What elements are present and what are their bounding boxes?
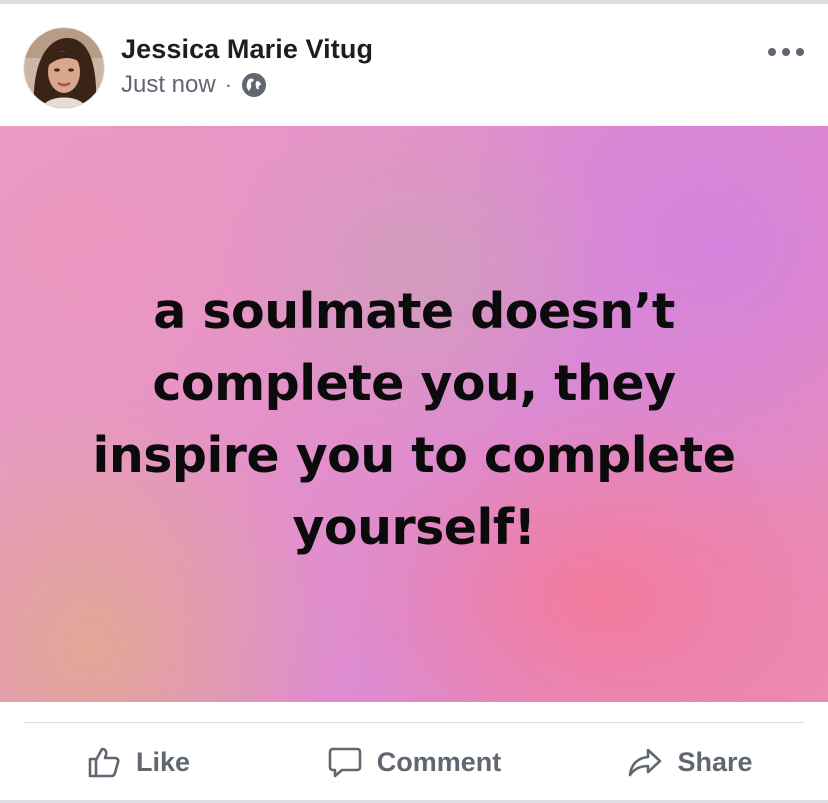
comment-label: Comment: [376, 746, 502, 777]
like-label: Like: [135, 746, 191, 777]
more-dot: [782, 48, 790, 56]
avatar[interactable]: [24, 28, 104, 108]
more-dot: [796, 48, 804, 56]
post-text-line: complete you, they: [152, 355, 676, 412]
share-arrow-icon: [629, 748, 662, 777]
comment-bubble-icon: [328, 747, 362, 778]
comment-button[interactable]: Comment: [276, 724, 552, 800]
post-meta: Just now ·: [121, 70, 267, 100]
share-button[interactable]: Share: [552, 724, 828, 800]
post-text: a soulmate doesn’t complete you, they in…: [40, 276, 788, 564]
post-header: Jessica Marie Vitug Just now ·: [0, 4, 828, 126]
more-dot: [768, 48, 776, 56]
author-name[interactable]: Jessica Marie Vitug: [121, 34, 373, 65]
post-text-line: inspire you to complete: [92, 427, 736, 484]
timestamp[interactable]: Just now: [121, 71, 216, 99]
more-options-icon[interactable]: [768, 40, 804, 64]
meta-separator: ·: [224, 72, 233, 97]
like-button[interactable]: Like: [0, 724, 276, 800]
share-label: Share: [677, 746, 753, 777]
avatar-photo: [24, 28, 104, 108]
thumbs-up-icon: [88, 747, 120, 778]
post-text-line: a soulmate doesn’t: [153, 283, 675, 340]
globe-icon: [241, 72, 267, 98]
post-actions: Like Comment Share: [0, 724, 828, 800]
post-background[interactable]: a soulmate doesn’t complete you, they in…: [0, 126, 828, 702]
actions-divider: [24, 722, 804, 723]
post-text-line: yourself!: [292, 499, 536, 556]
